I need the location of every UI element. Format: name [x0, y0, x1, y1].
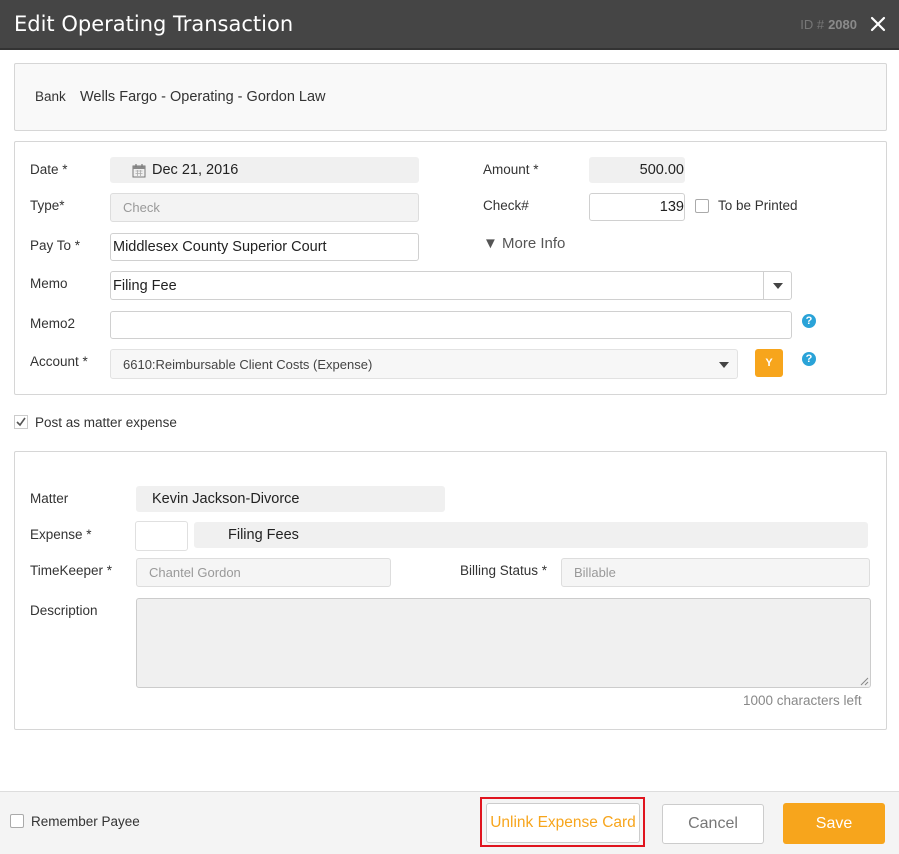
id-label: ID #	[800, 17, 825, 32]
to-be-printed-checkbox[interactable]	[695, 199, 709, 213]
memo2-label: Memo2	[30, 316, 76, 331]
post-matter-expense-label: Post as matter expense	[35, 415, 177, 430]
check-number-input[interactable]: 139	[589, 193, 685, 221]
expense-name-field: Filing Fees	[194, 522, 868, 548]
matter-field: Kevin Jackson-Divorce	[136, 486, 445, 512]
memo2-input[interactable]	[110, 311, 792, 339]
memo-dropdown-button[interactable]	[763, 272, 791, 299]
expense-label: Expense *	[30, 527, 92, 542]
unlink-expense-card-button[interactable]: Unlink Expense Card	[486, 803, 640, 843]
amount-label: Amount *	[483, 162, 539, 177]
bank-label: Bank	[35, 89, 66, 104]
expense-name-value: Filing Fees	[228, 527, 299, 543]
billing-status-field: Billable	[561, 558, 870, 587]
to-be-printed-label: To be Printed	[718, 198, 798, 213]
calendar-icon	[132, 163, 146, 178]
date-value: Dec 21, 2016	[152, 162, 239, 178]
save-button[interactable]: Save	[783, 803, 885, 844]
id-value: 2080	[828, 17, 857, 32]
amount-value: 500.00	[639, 162, 684, 178]
check-number-label: Check#	[483, 198, 529, 213]
chevron-down-icon	[719, 362, 729, 368]
close-icon[interactable]	[867, 12, 889, 36]
remember-payee-label: Remember Payee	[31, 814, 140, 829]
pay-to-value: Middlesex County Superior Court	[113, 239, 327, 255]
type-placeholder: Check	[123, 200, 160, 215]
account-y-button[interactable]: Y	[755, 349, 783, 377]
dialog-header: Edit Operating Transaction ID #2080	[0, 0, 899, 50]
date-field[interactable]: Dec 21, 2016	[110, 157, 419, 183]
memo2-help-icon[interactable]: ?	[802, 314, 816, 328]
check-number-value: 139	[659, 199, 684, 215]
checkmark-icon	[16, 417, 26, 427]
transaction-id: ID #2080	[800, 17, 857, 32]
account-label: Account *	[30, 354, 88, 369]
resize-grip-icon	[860, 677, 869, 686]
type-field: Check	[110, 193, 419, 222]
remember-payee-checkbox[interactable]	[10, 814, 24, 828]
dialog-title: Edit Operating Transaction	[14, 12, 294, 36]
type-label: Type*	[30, 198, 65, 213]
matter-label: Matter	[30, 491, 69, 506]
date-label: Date *	[30, 162, 68, 177]
timekeeper-placeholder: Chantel Gordon	[149, 565, 241, 580]
description-label: Description	[30, 603, 98, 618]
account-help-icon[interactable]: ?	[802, 352, 816, 366]
cancel-button[interactable]: Cancel	[662, 804, 764, 844]
memo-value: Filing Fee	[113, 277, 177, 294]
chevron-down-icon	[772, 282, 783, 289]
account-value: 6610:Reimbursable Client Costs (Expense)	[123, 356, 373, 372]
memo-combobox[interactable]: Filing Fee	[110, 271, 792, 300]
account-select[interactable]: 6610:Reimbursable Client Costs (Expense)	[110, 349, 738, 379]
matter-value: Kevin Jackson-Divorce	[152, 491, 300, 507]
pay-to-input[interactable]: Middlesex County Superior Court	[110, 233, 419, 261]
billing-status-label: Billing Status *	[460, 563, 548, 578]
description-textarea[interactable]	[136, 598, 871, 688]
more-info-toggle[interactable]: ▼ More Info	[483, 235, 565, 252]
billing-status-placeholder: Billable	[574, 565, 616, 580]
memo-label: Memo	[30, 276, 68, 291]
pay-to-label: Pay To *	[30, 238, 81, 253]
amount-field[interactable]: 500.00	[589, 157, 685, 183]
post-matter-expense-checkbox[interactable]	[14, 415, 28, 429]
bank-value: Wells Fargo - Operating - Gordon Law	[80, 89, 326, 105]
characters-left: 1000 characters left	[743, 693, 862, 708]
expense-code-input[interactable]	[135, 521, 188, 551]
timekeeper-label: TimeKeeper *	[30, 563, 113, 578]
timekeeper-field: Chantel Gordon	[136, 558, 391, 587]
